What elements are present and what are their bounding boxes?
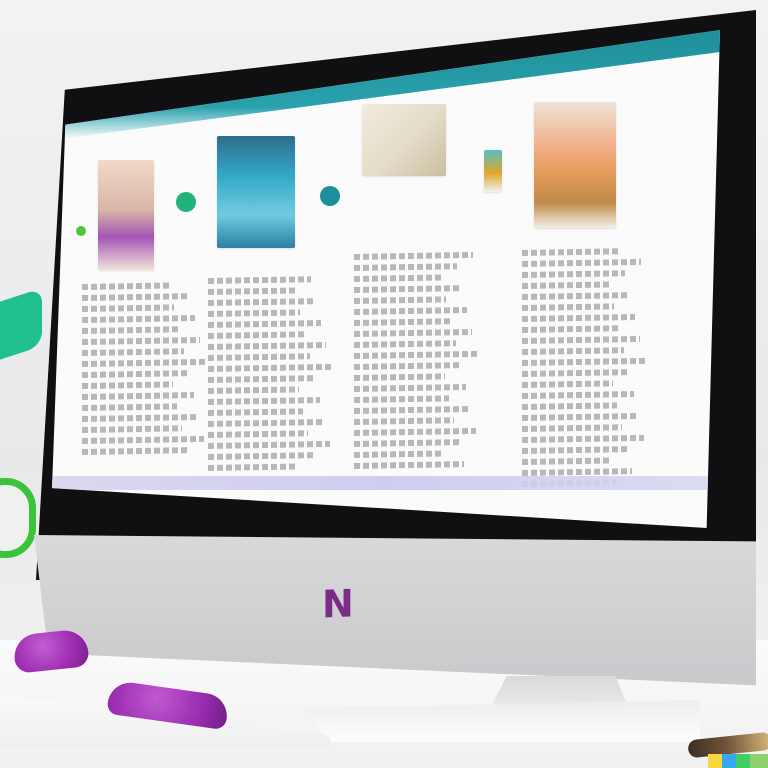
text-column-4 — [522, 248, 646, 492]
text-line — [522, 292, 630, 300]
text-line — [208, 331, 305, 339]
text-line — [354, 307, 467, 315]
text-line — [522, 303, 614, 311]
green-circle-icon — [176, 192, 196, 212]
text-line — [522, 457, 612, 465]
text-line — [354, 340, 456, 348]
color-chip-3 — [736, 754, 750, 768]
text-line — [82, 381, 173, 389]
text-line — [522, 347, 624, 355]
text-line — [522, 248, 620, 256]
text-line — [82, 392, 194, 400]
text-line — [522, 281, 609, 289]
text-line — [208, 397, 320, 405]
text-line — [82, 447, 188, 455]
color-chip-1 — [708, 754, 722, 768]
screen-image-2 — [217, 136, 295, 248]
text-line — [82, 326, 179, 334]
text-line — [522, 446, 628, 454]
teal-circle-icon — [320, 186, 340, 206]
text-line — [208, 287, 295, 295]
text-line — [354, 461, 465, 469]
text-line — [82, 304, 174, 312]
text-line — [354, 362, 461, 370]
text-line — [208, 276, 311, 284]
text-column-2 — [208, 276, 332, 476]
text-line — [522, 402, 618, 410]
text-line — [354, 395, 450, 403]
text-line — [522, 468, 633, 476]
text-line — [354, 285, 462, 293]
text-line — [354, 251, 474, 260]
text-line — [522, 258, 642, 267]
text-line — [354, 405, 471, 414]
text-line — [354, 263, 457, 271]
text-line — [208, 298, 316, 306]
text-line — [82, 435, 204, 444]
text-line — [208, 440, 330, 449]
text-line — [354, 296, 446, 304]
text-line — [522, 380, 613, 388]
monitor-logo: N — [322, 581, 354, 627]
text-line — [208, 418, 325, 427]
text-line — [208, 463, 298, 471]
text-line — [354, 427, 476, 436]
text-line — [522, 325, 619, 333]
text-line — [522, 357, 645, 366]
text-line — [522, 369, 629, 377]
text-line — [208, 408, 304, 416]
scene: N — [0, 0, 768, 768]
text-line — [82, 370, 189, 378]
text-line — [208, 430, 309, 438]
text-line — [82, 348, 184, 356]
text-line — [208, 309, 300, 317]
text-line — [354, 417, 455, 425]
text-line — [208, 320, 321, 328]
purple-mouse-left — [12, 628, 90, 674]
text-line — [82, 293, 190, 301]
text-line — [354, 318, 451, 326]
text-line — [522, 335, 640, 344]
text-column-1 — [82, 282, 206, 460]
color-chip-2 — [722, 754, 736, 768]
text-line — [354, 450, 444, 458]
screen-image-5 — [484, 150, 502, 192]
green-ribbon-shape — [0, 287, 42, 367]
screen-image-1 — [98, 160, 154, 270]
text-line — [522, 314, 635, 322]
text-line — [354, 384, 466, 392]
text-line — [208, 363, 331, 372]
text-line — [522, 391, 634, 399]
screen-image-3 — [362, 104, 446, 176]
text-line — [82, 358, 205, 367]
text-line — [522, 434, 644, 443]
text-line — [82, 413, 199, 422]
text-line — [522, 270, 625, 278]
text-line — [208, 341, 326, 350]
text-line — [354, 328, 472, 337]
screen-image-4 — [534, 102, 616, 228]
text-line — [522, 412, 639, 421]
text-line — [208, 353, 310, 361]
text-line — [82, 403, 178, 411]
text-line — [208, 375, 315, 383]
green-ring-shape — [0, 478, 36, 558]
text-line — [82, 336, 200, 345]
text-line — [208, 386, 299, 394]
screen-bottom-stripe — [52, 476, 720, 490]
small-green-dot-icon — [76, 226, 86, 236]
text-line — [522, 424, 623, 432]
text-column-3 — [354, 251, 478, 474]
text-line — [208, 452, 314, 460]
text-line — [82, 315, 195, 323]
text-line — [82, 282, 169, 290]
text-line — [354, 350, 477, 359]
text-line — [354, 373, 445, 381]
text-line — [82, 425, 183, 433]
color-chip-4 — [750, 754, 768, 768]
text-line — [354, 274, 441, 282]
text-line — [354, 439, 460, 447]
